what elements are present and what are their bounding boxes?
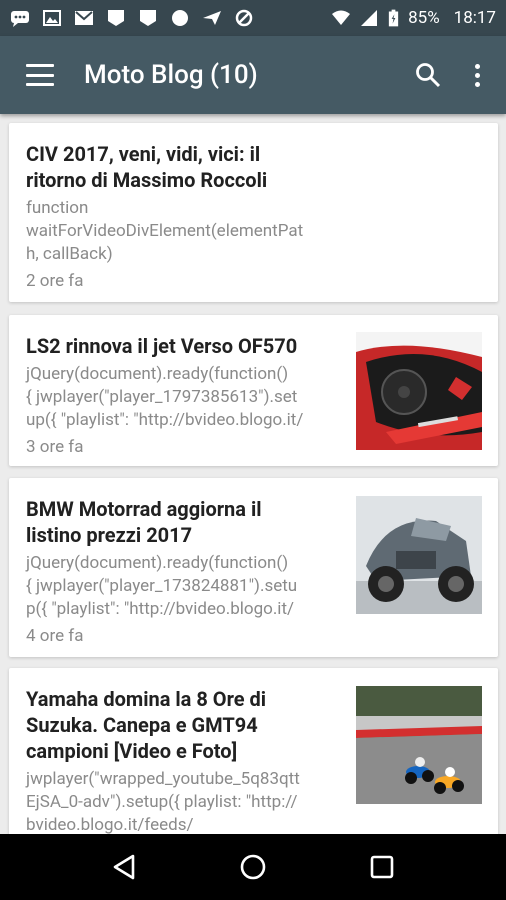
post-thumbnail (356, 496, 482, 614)
post-snippet: jwplayer("wrapped_youtube_5q83qtt EjSA_0-… (26, 769, 300, 834)
post-title: BMW Motorrad aggiorna il listino prezzi 2… (26, 497, 262, 547)
post-list[interactable]: CIV 2017, veni, vidi, vici: il ritorno di… (0, 114, 506, 834)
shield-icon (140, 10, 156, 26)
app-bar: Moto Blog (10) (0, 36, 506, 114)
post-thumbnail (356, 686, 482, 804)
chat-icon (11, 11, 29, 27)
home-circle-icon[interactable] (233, 847, 273, 887)
shield-icon (108, 10, 124, 26)
wifi-icon (332, 10, 351, 25)
status-bar: 85% 18:17 (0, 0, 506, 36)
gmail-icon (75, 11, 93, 25)
post-title: Yamaha domina la 8 Ore di Suzuka. Canepa … (26, 687, 267, 763)
signal-icon (361, 10, 378, 26)
navigation-bar (0, 834, 506, 900)
post-title: CIV 2017, veni, vidi, vici: il ritorno di… (26, 142, 268, 192)
post-title: LS2 rinnova il jet Verso OF570 (26, 334, 298, 358)
helmet-photo (356, 332, 482, 450)
bmw-motorcycle-photo (356, 496, 482, 614)
post-card[interactable]: Yamaha domina la 8 Ore di Suzuka. Canepa … (9, 668, 498, 834)
post-card[interactable]: CIV 2017, veni, vidi, vici: il ritorno di… (9, 123, 498, 302)
send-icon (203, 11, 221, 25)
battery-icon (388, 9, 399, 27)
post-card[interactable]: LS2 rinnova il jet Verso OF570 jQuery(do… (9, 315, 498, 466)
notification-icons (10, 9, 254, 27)
post-time: 4 ore fa (26, 626, 84, 646)
blocked-icon (235, 9, 253, 27)
post-snippet: jQuery(document).ready(function(){ jwpla… (26, 553, 298, 619)
page-title: Moto Blog (10) (84, 60, 258, 90)
post-snippet: function waitForVideoDivElement(elementPa… (26, 198, 304, 264)
post-thumbnail (356, 332, 482, 450)
search-icon[interactable] (415, 62, 441, 88)
post-time: 3 ore fa (26, 437, 84, 457)
post-card[interactable]: BMW Motorrad aggiorna il listino prezzi 2… (9, 478, 498, 657)
back-triangle-icon[interactable] (104, 847, 144, 887)
recents-square-icon[interactable] (362, 847, 402, 887)
image-icon (43, 10, 61, 26)
post-snippet: jQuery(document).ready(function(){ jwpla… (26, 364, 304, 430)
hamburger-menu-icon[interactable] (26, 64, 54, 86)
race-photo (356, 686, 482, 804)
post-time: 2 ore fa (26, 271, 84, 291)
more-vert-icon[interactable] (475, 63, 480, 87)
clock: 18:17 (453, 8, 496, 28)
battery-percent: 85% (408, 8, 440, 28)
circle-icon (172, 10, 188, 26)
system-status: 85% 18:17 (331, 8, 496, 28)
